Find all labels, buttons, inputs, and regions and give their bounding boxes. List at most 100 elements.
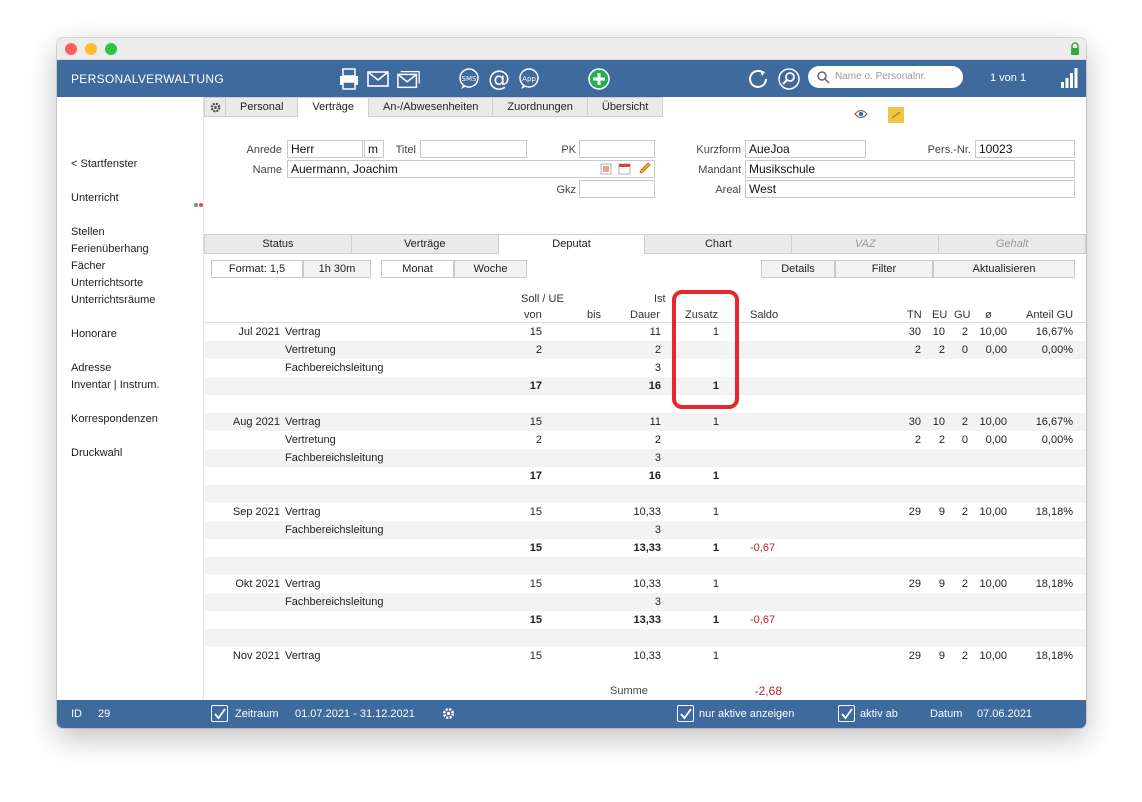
cell-dauer: 16 bbox=[648, 470, 661, 482]
sidebar-back-link[interactable]: < Startfenster bbox=[71, 158, 137, 170]
table-row[interactable]: Sep 2021 Vertrag 15 10,33 1 29 9 2 10,00 18,18% bbox=[204, 503, 1086, 521]
table-total-row[interactable]: 17 16 1 bbox=[204, 377, 1086, 395]
signal-bars-icon[interactable] bbox=[1060, 68, 1078, 88]
pk-label: PK bbox=[561, 144, 576, 156]
cell-von: 17 bbox=[529, 470, 542, 482]
zoom-window-button[interactable] bbox=[105, 43, 117, 55]
table-total-row[interactable]: 17 16 1 bbox=[204, 467, 1086, 485]
note-icon[interactable] bbox=[887, 106, 905, 124]
anrede-label: Anrede bbox=[246, 144, 282, 156]
titel-field[interactable] bbox=[420, 140, 527, 158]
cell-avg: 10,00 bbox=[979, 650, 1007, 662]
table-row[interactable]: Fachbereichsleitung 3 bbox=[204, 449, 1086, 467]
close-window-button[interactable] bbox=[65, 43, 77, 55]
app-icon[interactable]: App bbox=[517, 67, 541, 91]
table-row[interactable]: Fachbereichsleitung 3 bbox=[204, 521, 1086, 539]
cell-gu: 0 bbox=[961, 434, 968, 446]
sidebar-item-unterricht[interactable]: Unterricht bbox=[71, 192, 119, 204]
persnr-field[interactable]: 10023 bbox=[975, 140, 1075, 158]
aktiv-ab-checkbox[interactable] bbox=[838, 705, 855, 722]
pencil-icon[interactable] bbox=[638, 161, 652, 175]
table-row[interactable]: Aug 2021 Vertrag 15 11 1 30 10 2 10,00 16,67% bbox=[204, 413, 1086, 431]
cell-gu: 2 bbox=[961, 416, 968, 428]
sidebar-item-unterrichtsraeume[interactable]: Unterrichtsräume bbox=[71, 294, 155, 306]
search-field[interactable]: Name o. Personalnr. bbox=[808, 66, 963, 88]
sms-icon[interactable]: SMS bbox=[457, 67, 481, 91]
sidebar-item-inventar[interactable]: Inventar | Instrum. bbox=[71, 379, 159, 391]
subtab-vaz[interactable]: VAZ bbox=[792, 234, 940, 254]
anrede-field[interactable]: Herr bbox=[287, 140, 363, 158]
table-row[interactable]: Vertretung 2 2 2 2 0 0,00 0,00% bbox=[204, 341, 1086, 359]
gkz-field[interactable] bbox=[579, 180, 655, 198]
cell-von: 2 bbox=[535, 434, 542, 446]
sidebar-item-ferienueberhang[interactable]: Ferienüberhang bbox=[71, 243, 149, 255]
print-icon[interactable] bbox=[337, 67, 361, 91]
zoom-icon[interactable] bbox=[777, 67, 801, 91]
table-row[interactable]: Nov 2021 Vertrag 15 10,33 1 29 9 2 10,00 18,18% bbox=[204, 647, 1086, 665]
sidebar-item-faecher[interactable]: Fächer bbox=[71, 260, 105, 272]
kurzform-label: Kurzform bbox=[696, 144, 741, 156]
sidebar-item-druckwahl[interactable]: Druckwahl bbox=[71, 447, 122, 459]
zeitraum-checkbox[interactable] bbox=[211, 705, 228, 722]
cell-anteil: 16,67% bbox=[1035, 326, 1073, 338]
header-dauer: Dauer bbox=[630, 309, 660, 321]
cell-tn: 30 bbox=[908, 416, 921, 428]
at-icon[interactable]: @ bbox=[487, 67, 511, 91]
woche-button[interactable]: Woche bbox=[454, 260, 527, 278]
tab-uebersicht[interactable]: Übersicht bbox=[587, 97, 664, 117]
tab-personal[interactable]: Personal bbox=[226, 97, 299, 117]
hours-format-button[interactable]: 1h 30m bbox=[303, 260, 371, 278]
table-row[interactable]: Jul 2021 Vertrag 15 11 1 30 10 2 10,00 16,67% bbox=[204, 323, 1086, 341]
cell-zusatz: 1 bbox=[712, 578, 719, 590]
subtab-gehalt[interactable]: Gehalt bbox=[939, 234, 1086, 254]
zeitraum-value[interactable]: 01.07.2021 - 31.12.2021 bbox=[295, 708, 415, 720]
table-row[interactable]: Fachbereichsleitung 3 bbox=[204, 593, 1086, 611]
sidebar-item-stellen[interactable]: Stellen bbox=[71, 226, 105, 238]
table-total-row[interactable]: 15 13,33 1 -0,67 bbox=[204, 539, 1086, 557]
table-row[interactable]: Fachbereichsleitung 3 bbox=[204, 359, 1086, 377]
table-total-row[interactable]: 15 13,33 1 -0,67 bbox=[204, 611, 1086, 629]
list-icon[interactable] bbox=[600, 163, 612, 175]
cell-saldo: -0,67 bbox=[750, 614, 776, 626]
gender-field[interactable]: m bbox=[364, 140, 384, 158]
subtab-status[interactable]: Status bbox=[204, 234, 352, 254]
tab-abwesenheiten[interactable]: An-/Abwesenheiten bbox=[369, 97, 494, 117]
mandant-field[interactable]: Musikschule bbox=[745, 160, 1075, 178]
cell-type: Vertretung bbox=[285, 434, 336, 446]
gear-icon[interactable] bbox=[441, 706, 456, 721]
table-row[interactable]: Okt 2021 Vertrag 15 10,33 1 29 9 2 10,00 18,18% bbox=[204, 575, 1086, 593]
cell-month: Aug 2021 bbox=[232, 416, 280, 428]
header-ist: Ist bbox=[654, 293, 666, 305]
format-button[interactable]: Format: 1,5 bbox=[211, 260, 303, 278]
refresh-icon[interactable] bbox=[746, 67, 770, 91]
calendar-icon[interactable] bbox=[618, 163, 631, 175]
sidebar-item-honorare[interactable]: Honorare bbox=[71, 328, 117, 340]
filter-button[interactable]: Filter bbox=[835, 260, 933, 278]
add-icon[interactable] bbox=[587, 67, 611, 91]
datum-value[interactable]: 07.06.2021 bbox=[977, 708, 1032, 720]
sidebar-item-korrespondenzen[interactable]: Korrespondenzen bbox=[71, 413, 158, 425]
pk-field[interactable] bbox=[579, 140, 655, 158]
aktualisieren-button[interactable]: Aktualisieren bbox=[933, 260, 1075, 278]
cell-tn: 2 bbox=[914, 344, 921, 356]
table-row[interactable]: Vertretung 2 2 2 2 0 0,00 0,00% bbox=[204, 431, 1086, 449]
sub-tabs: Status Verträge Deputat Chart VAZ Gehalt bbox=[204, 234, 1086, 254]
mail-icon[interactable] bbox=[366, 67, 390, 91]
subtab-deputat[interactable]: Deputat bbox=[498, 234, 646, 254]
subtab-vertraege[interactable]: Verträge bbox=[351, 234, 499, 254]
sidebar-item-unterrichtsorte[interactable]: Unterrichtsorte bbox=[71, 277, 143, 289]
kurzform-field[interactable]: AueJoa bbox=[745, 140, 866, 158]
minimize-window-button[interactable] bbox=[85, 43, 97, 55]
eye-icon[interactable] bbox=[854, 109, 868, 119]
tab-vertraege[interactable]: Verträge bbox=[298, 97, 370, 117]
settings-tab[interactable] bbox=[204, 97, 226, 117]
cell-eu: 10 bbox=[932, 326, 945, 338]
tab-zuordnungen[interactable]: Zuordnungen bbox=[493, 97, 588, 117]
areal-field[interactable]: West bbox=[745, 180, 1075, 198]
monat-button[interactable]: Monat bbox=[381, 260, 454, 278]
details-button[interactable]: Details bbox=[761, 260, 835, 278]
nur-aktive-checkbox[interactable] bbox=[677, 705, 694, 722]
sidebar-item-adresse[interactable]: Adresse bbox=[71, 362, 111, 374]
mail-multiple-icon[interactable] bbox=[397, 67, 421, 91]
subtab-chart[interactable]: Chart bbox=[645, 234, 793, 254]
